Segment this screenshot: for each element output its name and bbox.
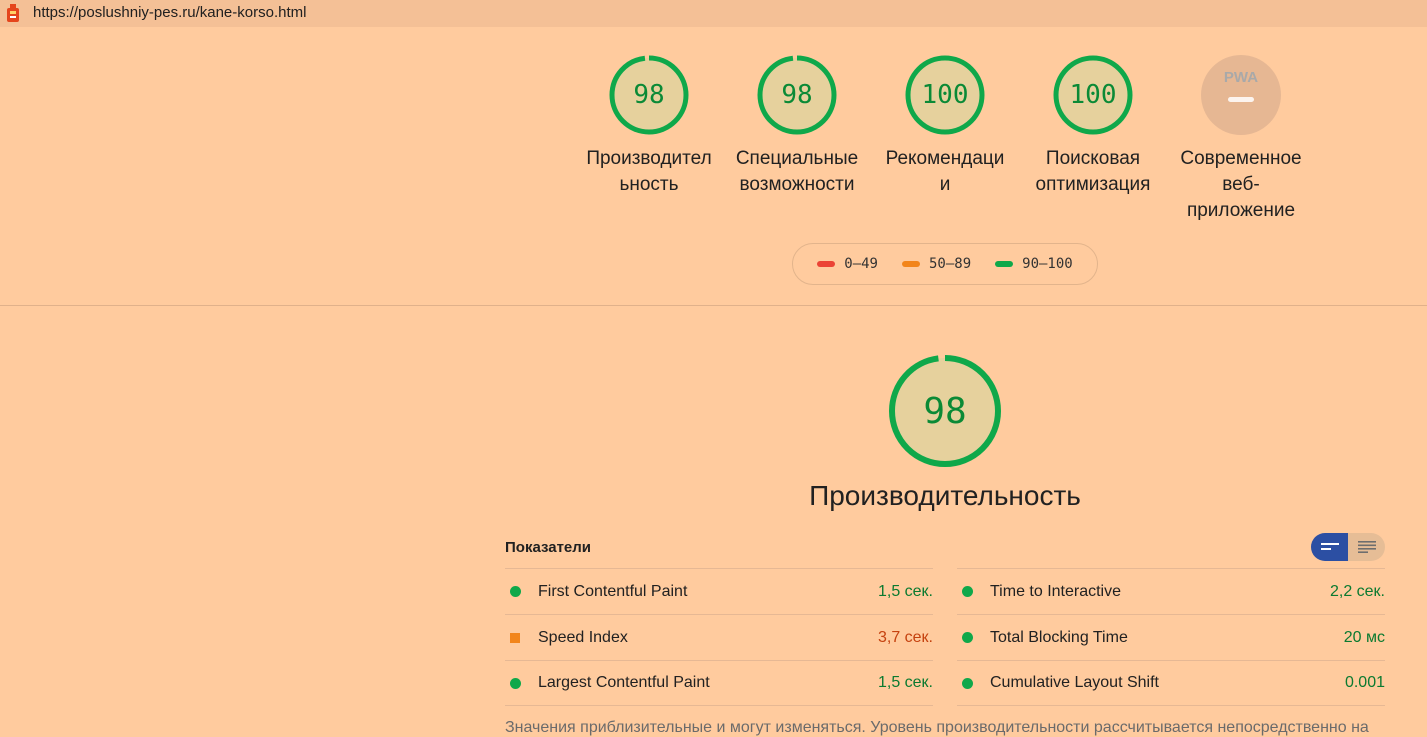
metric-name: Time to Interactive — [990, 582, 1122, 600]
metric-row-speed-index[interactable]: Speed Index 3,7 сек. — [505, 614, 933, 660]
pass-indicator — [510, 677, 521, 689]
category-title: Производительность — [809, 480, 1081, 511]
gauge-pwa[interactable]: PWA — [1200, 54, 1282, 136]
url-bar: https://poslushniy-pes.ru/kane-korso.htm… — [0, 0, 1427, 27]
metric-name: Speed Index — [538, 628, 628, 646]
metric-name: Total Blocking Time — [990, 628, 1128, 646]
compact-view-button[interactable] — [1311, 533, 1348, 561]
svg-text:PWA: PWA — [1224, 69, 1258, 86]
gauge-accessibility[interactable]: 98 — [756, 54, 838, 136]
pwa-icon: PWA — [1201, 55, 1281, 135]
metric-row-lcp[interactable]: Largest Contentful Paint 1,5 сек. — [505, 660, 933, 706]
metric-value: 3,7 сек. — [877, 628, 933, 646]
metric-row-fcp[interactable]: First Contentful Paint 1,5 сек. — [505, 568, 933, 614]
metric-name: First Contentful Paint — [538, 582, 688, 600]
gauge-label-pwa: Современное веб-приложение — [1180, 148, 1302, 221]
average-swatch — [901, 261, 920, 267]
performance-gauge: 98 — [886, 352, 1004, 470]
metrics-footnote: Значения приблизительные и могут изменят… — [505, 719, 1369, 736]
metrics-view-toggle[interactable] — [1311, 533, 1385, 561]
gauge-score: 98 — [781, 80, 813, 110]
metric-value: 1,5 сек. — [877, 674, 933, 691]
gauge-score: 100 — [1069, 80, 1117, 110]
lighthouse-icon — [7, 4, 19, 22]
pass-swatch — [995, 261, 1014, 267]
performance-score: 98 — [923, 390, 967, 432]
gauge-performance[interactable]: 98 — [608, 54, 690, 136]
average-indicator — [510, 632, 520, 643]
metric-name: Cumulative Layout Shift — [990, 674, 1159, 691]
gauge-label-accessibility: Специальные возможности — [735, 148, 859, 195]
section-divider — [0, 305, 1427, 306]
score-legend: 0–49 50–89 90–100 — [792, 243, 1098, 285]
metric-value: 1,5 сек. — [877, 582, 933, 600]
metric-row-tti[interactable]: Time to Interactive 2,2 сек. — [957, 568, 1385, 614]
expanded-list-icon — [1357, 541, 1376, 553]
metric-value: 20 мс — [1343, 628, 1385, 646]
expanded-view-button[interactable] — [1348, 533, 1385, 561]
metric-row-cls[interactable]: Cumulative Layout Shift 0.001 — [957, 660, 1385, 706]
metric-row-tbt[interactable]: Total Blocking Time 20 мс — [957, 614, 1385, 660]
gauge-label-seo: Поисковая оптимизация — [1035, 148, 1151, 195]
gauge-label-best-practices: Рекомендаци и — [885, 148, 1005, 195]
pass-indicator — [510, 586, 521, 597]
legend-pass: 90–100 — [995, 256, 1073, 272]
pass-indicator — [962, 677, 973, 689]
metrics-title: Показатели — [505, 539, 592, 556]
gauge-label-performance: Производител ьность — [586, 148, 712, 195]
legend-fail: 0–49 — [817, 256, 878, 272]
pass-indicator — [962, 586, 973, 597]
gauge-score: 98 — [633, 80, 665, 110]
pass-indicator — [962, 632, 973, 643]
metric-value: 0.001 — [1344, 674, 1385, 691]
metric-name: Largest Contentful Paint — [538, 674, 710, 691]
compact-list-icon — [1320, 543, 1339, 550]
metric-value: 2,2 сек. — [1329, 582, 1385, 600]
gauge-seo[interactable]: 100 — [1052, 54, 1134, 136]
page-url[interactable]: https://poslushniy-pes.ru/kane-korso.htm… — [33, 4, 306, 21]
legend-average: 50–89 — [901, 256, 971, 272]
gauge-score: 100 — [921, 80, 969, 110]
gauge-best-practices[interactable]: 100 — [904, 54, 986, 136]
fail-swatch — [817, 261, 836, 267]
